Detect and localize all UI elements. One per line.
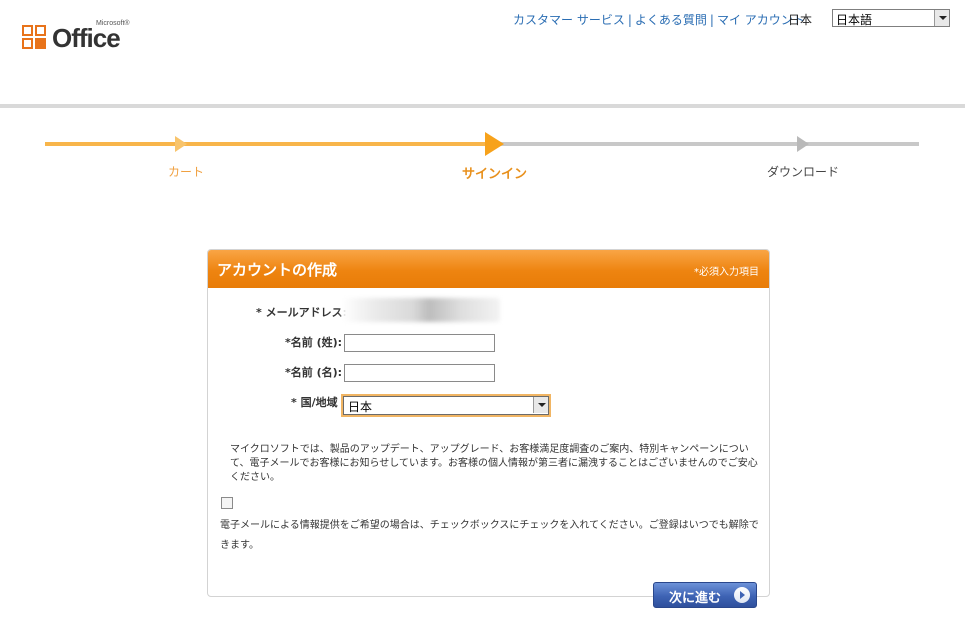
last-name-input[interactable] [344,334,495,352]
step-download-marker-icon [797,136,809,152]
country-region-label: * 国/地域 [291,396,338,409]
language-select[interactable]: 日本語 [832,9,950,27]
faq-link[interactable]: よくある質問 [635,13,707,27]
top-links: カスタマー サービス | よくある質問 | マイ アカウント [513,11,805,28]
step-signin-marker-icon [485,132,504,156]
office-logo[interactable]: Microsoft® Office [22,20,132,56]
required-note: *必須入力項目 [694,267,759,278]
link-separator: | [709,13,714,27]
privacy-notice: マイクロソフトでは、製品のアップデート、アップグレード、お客様満足度調査のご案内… [230,444,758,483]
chevron-down-icon[interactable] [533,397,548,413]
office-logo-icon [22,25,50,53]
email-optin-checkbox[interactable] [221,497,233,509]
arrow-right-icon [734,587,750,603]
progress-track-todo [495,142,919,146]
next-button[interactable]: 次に進む [653,582,757,608]
last-name-label: *名前 (姓): [285,336,343,349]
email-optin-text: 電子メールによる情報提供をご希望の場合は、チェックボックスにチェックを入れてくだ… [220,520,759,551]
country-region-value: 日本 [348,400,373,414]
email-label: * メールアドレス: [256,306,347,319]
step-cart: カート [168,165,205,179]
email-value-redacted [342,298,500,322]
first-name-label: *名前 (名): [285,366,343,379]
step-download: ダウンロード [767,165,840,179]
first-name-input[interactable] [344,364,495,382]
progress-track-done [45,142,495,146]
header-divider [0,104,965,108]
step-cart-marker-icon [175,136,187,152]
link-separator: | [627,13,632,27]
language-select-value: 日本語 [836,13,873,27]
country-region-select[interactable]: 日本 [341,394,551,417]
logo-office-text: Office [52,23,121,53]
panel-title: アカウントの作成 [217,261,338,279]
country-label: 日本 [788,13,813,27]
customer-service-link[interactable]: カスタマー サービス [513,13,625,27]
panel-header: アカウントの作成 *必須入力項目 [208,250,769,288]
step-signin: サインイン [462,167,528,182]
next-button-label: 次に進む [669,591,722,606]
chevron-down-icon[interactable] [934,10,949,26]
